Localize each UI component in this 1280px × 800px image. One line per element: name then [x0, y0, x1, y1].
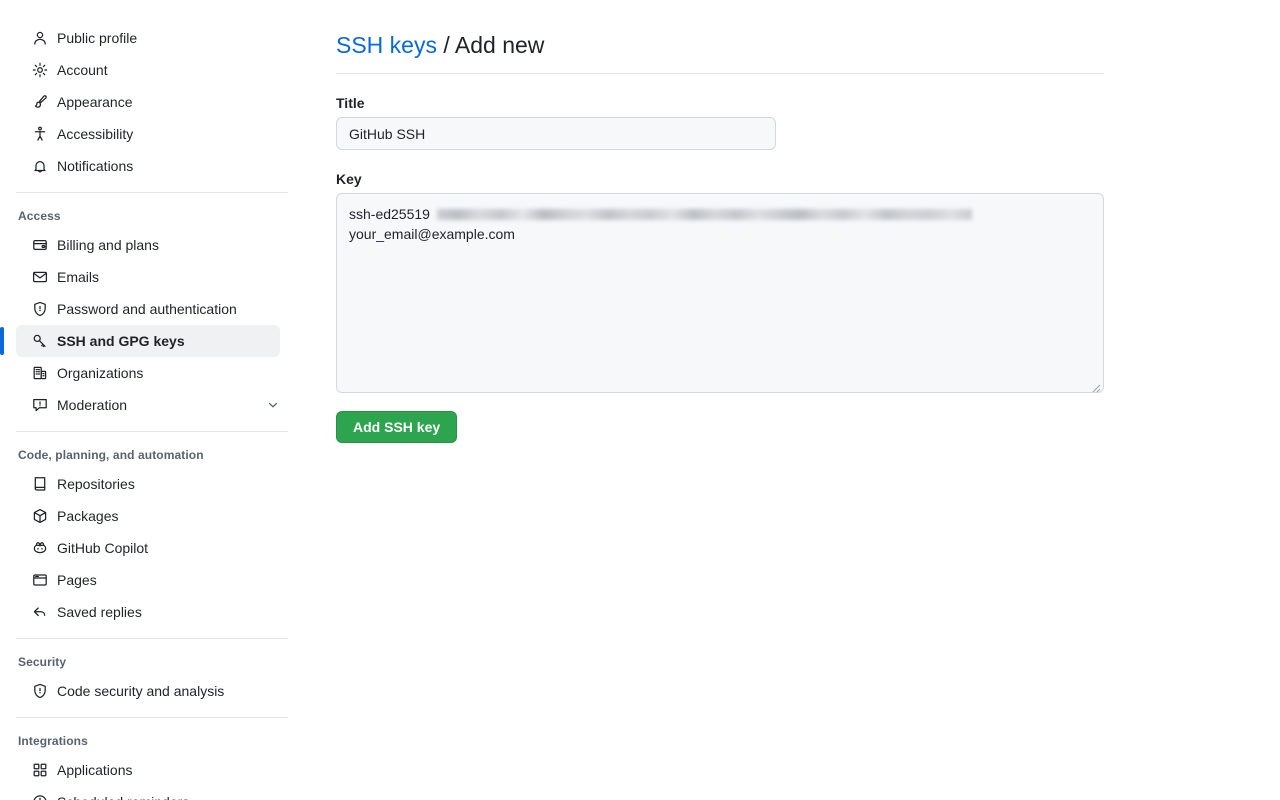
sidebar-item-label: Code security and analysis [57, 683, 225, 699]
sidebar-item-label: Public profile [57, 30, 138, 46]
sidebar-item-label: Repositories [57, 476, 135, 492]
sidebar-item-organizations[interactable]: Organizations [16, 357, 280, 389]
sidebar-group: Public profile Account Appearance Accessibi… [0, 22, 300, 182]
key-field-label: Key [336, 171, 362, 188]
settings-page: Public profile Account Appearance Accessibi… [0, 0, 1280, 800]
key-first-line: ssh-ed25519 [349, 204, 1091, 224]
gear-icon [32, 62, 48, 78]
accessibility-icon [32, 126, 48, 142]
sidebar-divider [16, 638, 288, 639]
breadcrumb-current: Add new [454, 32, 545, 59]
key-textarea[interactable]: ssh-ed25519 your_email@example.com [336, 193, 1104, 394]
sidebar-item-label: Scheduled reminders [57, 794, 189, 800]
sidebar-item-appearance[interactable]: Appearance [16, 86, 280, 118]
mail-icon [32, 269, 48, 285]
sidebar-item-password-and-authentication[interactable]: Password and authentication [16, 293, 280, 325]
sidebar-item-label: Organizations [57, 365, 144, 381]
sidebar-item-label: Appearance [57, 94, 133, 110]
sidebar-group-title: Security [18, 655, 67, 669]
title-input[interactable] [336, 117, 776, 151]
sidebar-item-label: Notifications [57, 158, 134, 174]
sidebar-item-label: Applications [57, 762, 133, 778]
sidebar-divider [16, 431, 288, 432]
sidebar-group-title: Access [18, 209, 61, 223]
sidebar-item-github-copilot[interactable]: GitHub Copilot [16, 532, 280, 564]
settings-sidebar: Public profile Account Appearance Accessibi… [0, 0, 300, 800]
sidebar-item-moderation[interactable]: Moderation [16, 389, 280, 421]
apps-grid-icon [32, 762, 48, 778]
paintbrush-icon [32, 94, 48, 110]
sidebar-item-emails[interactable]: Emails [16, 261, 280, 293]
sidebar-item-label: Billing and plans [57, 237, 159, 253]
textarea-resize-handle[interactable] [1089, 378, 1101, 393]
key-algorithm-prefix: ssh-ed25519 [349, 206, 430, 223]
sidebar-item-public-profile[interactable]: Public profile [16, 22, 280, 54]
sidebar-item-ssh-and-gpg-keys[interactable]: SSH and GPG keys [0, 325, 280, 357]
sidebar-group-title: Integrations [18, 734, 88, 748]
shield-lock-icon [32, 301, 48, 317]
copilot-icon [32, 540, 48, 556]
key-comment-line: your_email@example.com [349, 226, 515, 243]
package-icon [32, 508, 48, 524]
sidebar-item-label: Packages [57, 508, 119, 524]
sidebar-item-account[interactable]: Account [16, 54, 280, 86]
add-ssh-key-button[interactable]: Add SSH key [336, 411, 458, 444]
sidebar-item-label: Moderation [57, 397, 128, 413]
breadcrumb-separator: / [443, 32, 450, 59]
sidebar-item-packages[interactable]: Packages [16, 500, 280, 532]
sidebar-item-label: Saved replies [57, 604, 142, 620]
chevron-down-icon [268, 402, 278, 408]
clock-icon [32, 794, 48, 800]
sidebar-divider [16, 192, 288, 193]
redacted-key-body [436, 208, 972, 220]
sidebar-item-notifications[interactable]: Notifications [16, 150, 280, 182]
sidebar-group: Access Billing and plans Emails Password an… [0, 203, 300, 421]
sidebar-item-label: Account [57, 62, 108, 78]
sidebar-item-accessibility[interactable]: Accessibility [16, 118, 280, 150]
sidebar-divider [16, 717, 288, 718]
bell-icon [32, 158, 48, 174]
breadcrumb-ssh-keys-link[interactable]: SSH keys [336, 32, 437, 58]
sidebar-item-label: Password and authentication [57, 301, 237, 317]
sidebar-item-saved-replies[interactable]: Saved replies [16, 596, 280, 628]
sidebar-item-pages[interactable]: Pages [16, 564, 280, 596]
title-field-label: Title [336, 95, 365, 112]
sidebar-item-repositories[interactable]: Repositories [16, 468, 280, 500]
sidebar-item-code-security-and-analysis[interactable]: Code security and analysis [16, 675, 280, 707]
sidebar-item-label: SSH and GPG keys [57, 333, 185, 349]
sidebar-item-label: Accessibility [57, 126, 134, 142]
page-title: SSH keys / Add new [336, 15, 1104, 75]
chevron-down-icon[interactable] [266, 398, 280, 412]
sidebar-item-scheduled-reminders[interactable]: Scheduled reminders [16, 786, 280, 800]
sidebar-item-label: GitHub Copilot [57, 540, 149, 556]
person-icon [32, 30, 48, 46]
reply-icon [32, 604, 48, 620]
sidebar-group-title: Code, planning, and automation [18, 448, 204, 462]
main-content: SSH keys / Add new Title Key ssh-ed25519… [336, 0, 1104, 444]
sidebar-item-applications[interactable]: Applications [16, 754, 280, 786]
organization-icon [32, 365, 48, 381]
report-icon [32, 397, 48, 413]
sidebar-item-label: Emails [57, 269, 100, 285]
sidebar-group: Code, planning, and automation Repositori… [0, 442, 300, 628]
key-icon [32, 333, 48, 349]
repo-icon [32, 476, 48, 492]
browser-icon [32, 572, 48, 588]
sidebar-item-billing-and-plans[interactable]: Billing and plans [16, 229, 280, 261]
shield-check-icon [32, 683, 48, 699]
sidebar-item-label: Pages [57, 572, 97, 588]
sidebar-group: Integrations Applications Scheduled remind… [0, 728, 300, 800]
credit-card-icon [32, 237, 48, 253]
sidebar-group: Security Code security and analysis [0, 649, 300, 707]
